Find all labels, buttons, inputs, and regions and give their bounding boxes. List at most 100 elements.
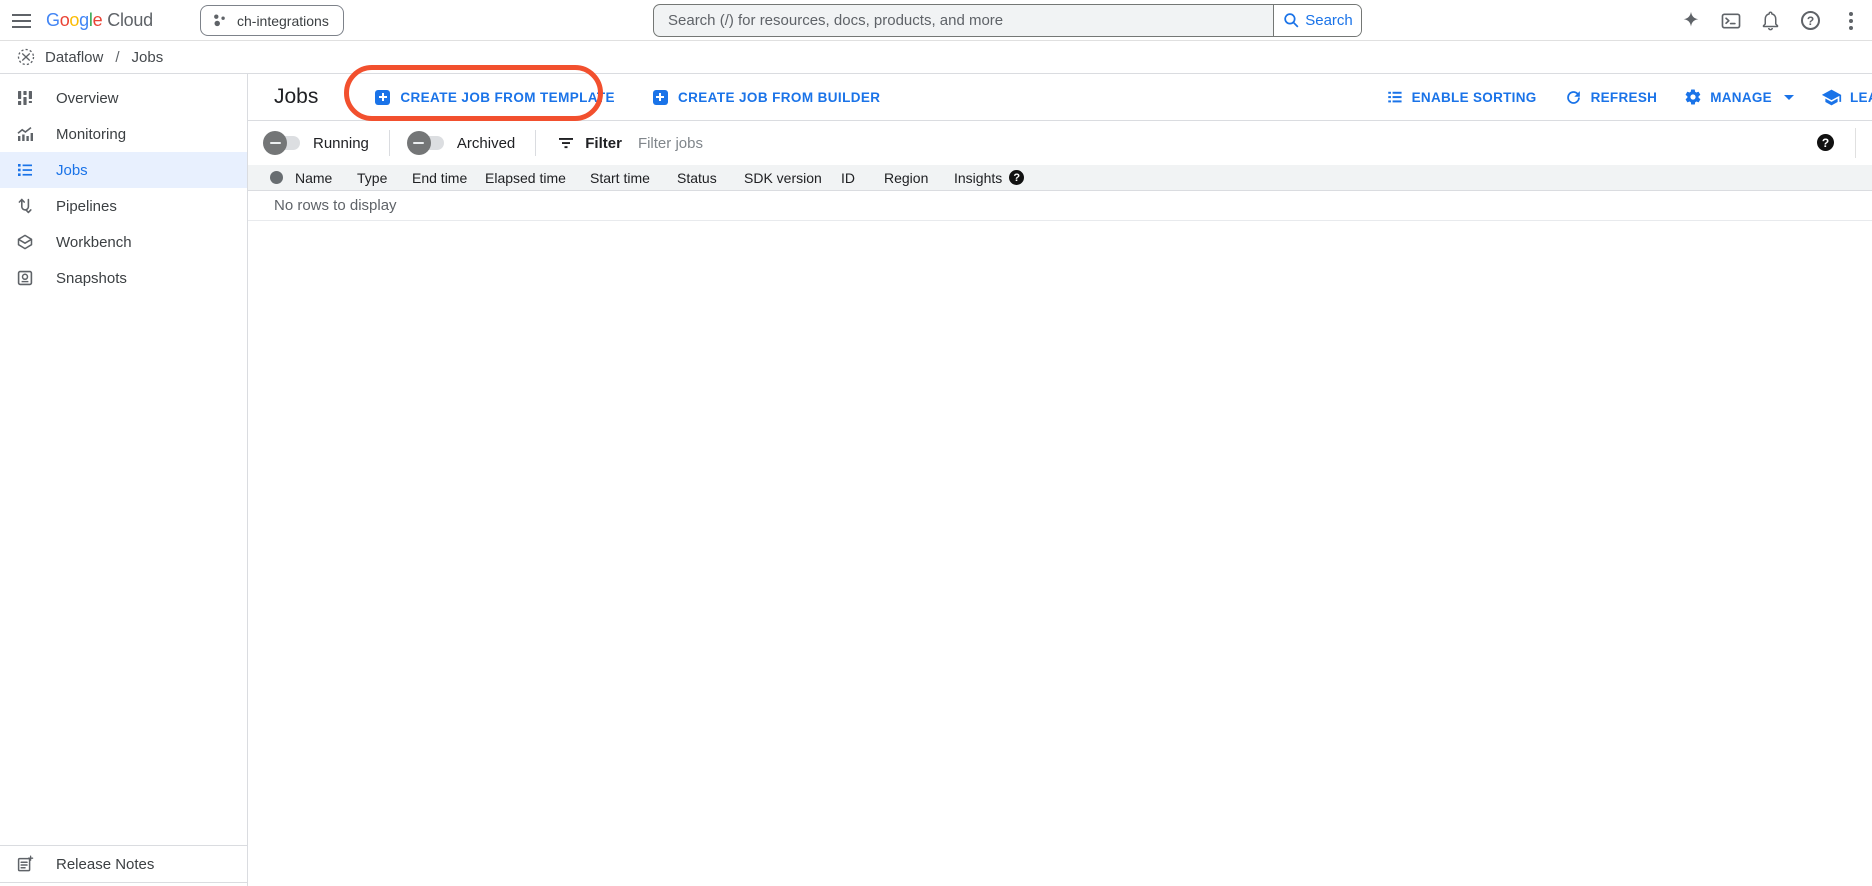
sidebar-item-workbench[interactable]: Workbench — [0, 224, 247, 260]
release-notes-icon — [15, 854, 35, 874]
select-all-dot-icon[interactable] — [270, 171, 283, 184]
header-toolbar: ENABLE SORTING REFRESH MANAGE — [1386, 87, 1872, 108]
column-header-sdk-version[interactable]: SDK version — [744, 170, 841, 186]
notifications-bell-icon[interactable] — [1758, 8, 1783, 33]
chevron-down-icon — [1784, 95, 1794, 100]
manage-button[interactable]: MANAGE — [1684, 88, 1794, 106]
plus-icon — [653, 90, 668, 105]
sidebar-item-pipelines[interactable]: Pipelines — [0, 188, 247, 224]
search-input[interactable] — [654, 5, 1273, 36]
archived-toggle-label: Archived — [457, 135, 515, 152]
search-button-label: Search — [1305, 12, 1353, 29]
plus-icon — [375, 90, 390, 105]
running-toggle-label: Running — [313, 135, 369, 152]
sidebar-item-label: Release Notes — [56, 856, 154, 873]
project-name: ch-integrations — [237, 13, 329, 29]
gear-icon — [1684, 88, 1702, 106]
column-header-id[interactable]: ID — [841, 170, 884, 186]
sidebar-item-label: Overview — [56, 90, 119, 107]
google-cloud-logo[interactable]: G o o g l e Cloud — [46, 0, 153, 41]
divider — [535, 130, 536, 156]
logo-letter: G — [46, 10, 60, 31]
archived-toggle[interactable] — [410, 136, 444, 150]
column-header-region[interactable]: Region — [884, 170, 954, 186]
help-icon[interactable]: ? — [1798, 8, 1823, 33]
sidebar-item-label: Workbench — [56, 234, 132, 251]
column-header-name[interactable]: Name — [295, 170, 357, 186]
refresh-label: REFRESH — [1591, 90, 1658, 105]
dataflow-icon — [16, 47, 36, 67]
project-icon — [211, 12, 228, 29]
logo-letter: o — [60, 10, 70, 31]
overview-icon — [15, 88, 35, 108]
column-header-elapsed-time[interactable]: Elapsed time — [485, 170, 590, 186]
page-header: Jobs CREATE JOB FROM TEMPLATE CREATE JOB… — [248, 74, 1872, 121]
topbar-icons: ? — [1678, 0, 1863, 41]
breadcrumb-product[interactable]: Dataflow — [45, 49, 103, 66]
create-job-from-template-label: CREATE JOB FROM TEMPLATE — [400, 90, 615, 105]
breadcrumb: Dataflow / Jobs — [0, 41, 1872, 74]
cloud-shell-icon[interactable] — [1718, 8, 1743, 33]
search-button[interactable]: Search — [1273, 5, 1361, 36]
sidebar-item-jobs[interactable]: Jobs — [0, 152, 247, 188]
top-bar: G o o g l e Cloud ch-integrations Search — [0, 0, 1872, 41]
insights-label: Insights — [954, 170, 1002, 186]
filter-funnel-icon — [556, 133, 576, 153]
filter-help-icon[interactable]: ? — [1817, 134, 1834, 151]
divider — [389, 130, 390, 156]
jobs-list-icon — [15, 160, 35, 180]
manage-label: MANAGE — [1710, 90, 1772, 105]
breadcrumb-page: Jobs — [132, 49, 164, 66]
logo-letter: o — [69, 10, 79, 31]
column-header-start-time[interactable]: Start time — [590, 170, 677, 186]
enable-sorting-label: ENABLE SORTING — [1412, 90, 1537, 105]
jobs-table-header: Name Type End time Elapsed time Start ti… — [248, 165, 1872, 191]
sidebar-item-monitoring[interactable]: Monitoring — [0, 116, 247, 152]
refresh-button[interactable]: REFRESH — [1564, 88, 1658, 107]
workbench-icon — [15, 232, 35, 252]
column-header-status[interactable]: Status — [677, 170, 744, 186]
sidebar-item-label: Snapshots — [56, 270, 127, 287]
empty-table-message-row: No rows to display — [248, 191, 1872, 221]
learn-label: LEARN — [1850, 90, 1872, 105]
pipelines-icon — [15, 196, 35, 216]
page-title: Jobs — [274, 85, 318, 109]
insights-help-icon[interactable]: ? — [1009, 170, 1024, 185]
main-content: Jobs CREATE JOB FROM TEMPLATE CREATE JOB… — [248, 74, 1872, 886]
create-job-from-template-button[interactable]: CREATE JOB FROM TEMPLATE — [375, 90, 615, 105]
sidebar-item-label: Monitoring — [56, 126, 126, 143]
sidebar-item-label: Jobs — [56, 162, 88, 179]
enable-sorting-button[interactable]: ENABLE SORTING — [1386, 88, 1537, 106]
empty-message: No rows to display — [274, 197, 397, 214]
logo-letter: e — [93, 10, 103, 31]
main-menu-icon[interactable] — [10, 9, 34, 33]
create-job-from-builder-button[interactable]: CREATE JOB FROM BUILDER — [653, 90, 880, 105]
column-header-type[interactable]: Type — [357, 170, 412, 186]
sidebar-item-label: Pipelines — [56, 198, 117, 215]
create-job-from-builder-label: CREATE JOB FROM BUILDER — [678, 90, 880, 105]
divider — [1855, 128, 1856, 158]
running-toggle[interactable] — [266, 136, 300, 150]
learn-school-icon — [1821, 87, 1842, 108]
column-header-insights[interactable]: Insights ? — [954, 170, 1024, 186]
monitoring-icon — [15, 124, 35, 144]
column-header-end-time[interactable]: End time — [412, 170, 485, 186]
snapshots-icon — [15, 268, 35, 288]
global-search: Search — [653, 4, 1362, 37]
filter-bar: Running Archived Filter ? — [248, 121, 1872, 165]
sidebar-item-snapshots[interactable]: Snapshots — [0, 260, 247, 296]
learn-button[interactable]: LEARN — [1821, 87, 1872, 108]
logo-cloud-text: Cloud — [107, 10, 153, 31]
sidebar-item-overview[interactable]: Overview — [0, 80, 247, 116]
refresh-icon — [1564, 88, 1583, 107]
search-icon — [1282, 11, 1301, 30]
sort-list-icon — [1386, 88, 1404, 106]
sidebar-item-release-notes[interactable]: Release Notes — [0, 845, 247, 883]
sidebar: Overview Monitoring Jobs Pipelines Workb… — [0, 74, 248, 886]
more-options-icon[interactable] — [1838, 8, 1863, 33]
filter-label: Filter — [585, 135, 622, 152]
breadcrumb-separator: / — [115, 49, 119, 66]
gemini-icon[interactable] — [1678, 8, 1703, 33]
project-selector[interactable]: ch-integrations — [200, 5, 344, 36]
filter-jobs-input[interactable] — [638, 135, 1058, 152]
